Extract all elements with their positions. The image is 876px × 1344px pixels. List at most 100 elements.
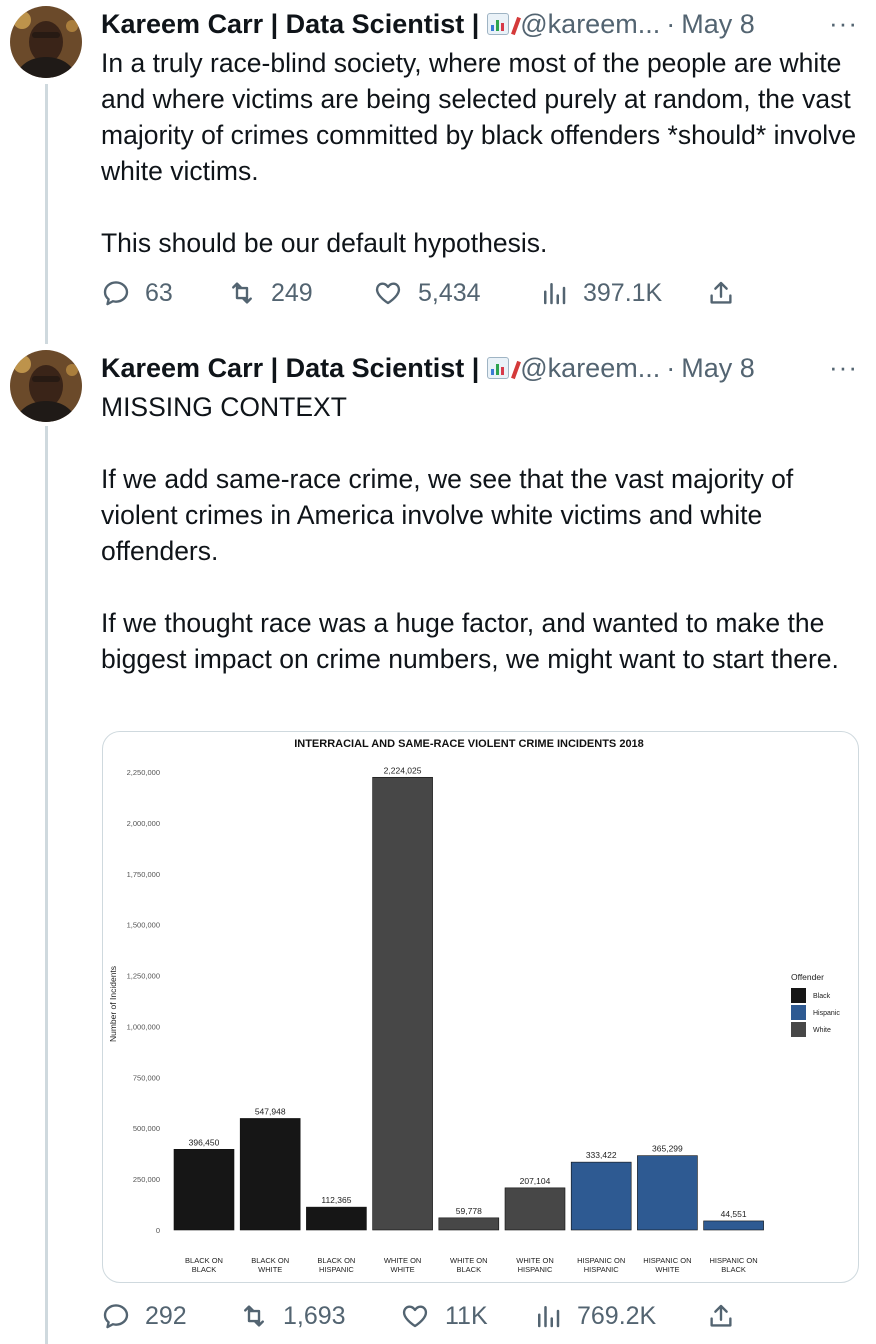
reply-icon	[103, 1304, 129, 1329]
legend-swatch	[791, 1022, 806, 1037]
bar	[570, 1161, 632, 1231]
like-icon	[375, 282, 401, 305]
legend-title: Offender	[791, 972, 824, 982]
views-button[interactable]: 397.1K	[539, 278, 662, 308]
tweet[interactable]: Kareem Carr | Data Scientist | @kareem..…	[0, 0, 876, 344]
share-button[interactable]	[706, 1301, 736, 1331]
bar	[306, 1206, 367, 1231]
share-icon	[710, 281, 732, 304]
author-name[interactable]: Kareem Carr | Data Scientist |	[101, 352, 479, 384]
tweet-actions: 63 249 5,434 397.1K	[101, 278, 761, 318]
reply-count: 292	[145, 1301, 187, 1330]
y-tick-label: 750,000	[133, 1073, 160, 1082]
share-button[interactable]	[706, 278, 736, 308]
bar-value-label: 207,104	[520, 1176, 551, 1186]
x-tick-label: HISPANIC	[518, 1265, 553, 1274]
x-tick-label: HISPANIC	[319, 1265, 354, 1274]
x-tick-label: BLACK	[721, 1265, 746, 1274]
legend-label: Hispanic	[813, 1010, 840, 1017]
tweet-header: Kareem Carr | Data Scientist | @kareem..…	[101, 352, 755, 384]
like-icon	[402, 1305, 428, 1328]
author-name[interactable]: Kareem Carr | Data Scientist |	[101, 8, 479, 40]
y-tick-label: 1,250,000	[127, 972, 160, 981]
x-tick-label: WHITE	[655, 1265, 679, 1274]
tweet-header: Kareem Carr | Data Scientist | @kareem..…	[101, 8, 755, 40]
retweet-button[interactable]: 249	[227, 278, 313, 308]
y-tick-label: 2,000,000	[127, 819, 160, 828]
retweet-icon	[244, 1305, 264, 1327]
chart-emoji-icon	[487, 357, 522, 380]
x-tick-label: BLACK	[456, 1265, 481, 1274]
views-icon	[538, 1306, 560, 1328]
bar-value-label: 365,299	[652, 1144, 683, 1154]
chart-title: INTERRACIAL AND SAME-RACE VIOLENT CRIME …	[294, 738, 644, 750]
bar-value-label: 333,422	[586, 1150, 617, 1160]
chart-image[interactable]: INTERRACIAL AND SAME-RACE VIOLENT CRIME …	[102, 731, 859, 1283]
bar-value-label: 44,551	[721, 1209, 747, 1219]
x-tick-label: WHITE	[391, 1265, 415, 1274]
x-tick-label: BLACK ON	[185, 1256, 223, 1265]
retweet-count: 249	[271, 278, 313, 307]
tweet-actions: 292 1,693 11K 769.2K	[101, 1301, 761, 1341]
y-tick-label: 1,500,000	[127, 921, 160, 930]
reply-button[interactable]: 292	[101, 1301, 187, 1331]
retweet-button[interactable]: 1,693	[239, 1301, 346, 1331]
x-tick-label: WHITE	[258, 1265, 282, 1274]
x-tick-label: WHITE ON	[516, 1256, 554, 1265]
legend-label: Black	[813, 993, 831, 1000]
chart-emoji-icon	[487, 13, 522, 36]
more-options-icon[interactable]: ···	[829, 8, 858, 39]
reply-icon	[103, 281, 129, 306]
x-tick-label: BLACK	[192, 1265, 217, 1274]
like-button[interactable]: 5,434	[372, 278, 481, 308]
author-handle[interactable]: @kareem...	[520, 352, 660, 384]
retweet-icon	[232, 282, 252, 304]
like-button[interactable]: 11K	[399, 1301, 488, 1331]
views-count: 769.2K	[577, 1301, 657, 1330]
avatar[interactable]	[10, 350, 82, 422]
legend-swatch	[791, 988, 806, 1003]
x-tick-label: HISPANIC	[584, 1265, 619, 1274]
tweet-date[interactable]: May 8	[681, 8, 755, 40]
x-tick-label: HISPANIC ON	[709, 1256, 757, 1265]
bar-chart: INTERRACIAL AND SAME-RACE VIOLENT CRIME …	[108, 738, 840, 1274]
y-tick-label: 1,750,000	[127, 870, 160, 879]
y-axis-label: Number of Incidents	[108, 966, 118, 1042]
bar-value-label: 2,224,025	[384, 765, 422, 775]
share-icon	[710, 1304, 732, 1327]
bar-value-label: 112,365	[321, 1195, 351, 1205]
separator-dot: ·	[666, 353, 676, 383]
reply-count: 63	[145, 278, 173, 307]
x-tick-label: HISPANIC ON	[577, 1256, 625, 1265]
avatar[interactable]	[10, 6, 82, 78]
views-icon	[544, 283, 566, 305]
retweet-count: 1,693	[283, 1301, 346, 1330]
x-tick-label: BLACK ON	[251, 1256, 289, 1265]
bar-value-label: 396,450	[189, 1137, 220, 1147]
views-button[interactable]: 769.2K	[533, 1301, 656, 1331]
bar-value-label: 59,778	[456, 1206, 482, 1216]
bar	[637, 1155, 698, 1231]
x-tick-label: WHITE ON	[450, 1256, 488, 1265]
tweet-date[interactable]: May 8	[681, 352, 755, 384]
x-tick-label: BLACK ON	[317, 1256, 355, 1265]
bar	[173, 1149, 235, 1231]
y-tick-label: 2,250,000	[127, 768, 160, 777]
bar-value-label: 547,948	[255, 1106, 286, 1116]
tweet-text: MISSING CONTEXT If we add same-race crim…	[101, 392, 839, 674]
like-count: 5,434	[418, 278, 481, 307]
bar	[438, 1217, 500, 1231]
tweet-text: In a truly race-blind society, where mos…	[101, 48, 857, 258]
reply-button[interactable]: 63	[101, 278, 173, 308]
more-options-icon[interactable]: ···	[829, 352, 858, 383]
like-count: 11K	[445, 1301, 488, 1330]
bar	[239, 1118, 301, 1231]
x-tick-label: HISPANIC ON	[643, 1256, 691, 1265]
y-tick-label: 500,000	[133, 1124, 160, 1133]
author-handle[interactable]: @kareem...	[520, 8, 660, 40]
bar	[504, 1187, 566, 1231]
legend-swatch	[791, 1005, 806, 1020]
separator-dot: ·	[666, 9, 676, 39]
y-tick-label: 0	[156, 1226, 160, 1235]
views-count: 397.1K	[583, 278, 663, 307]
